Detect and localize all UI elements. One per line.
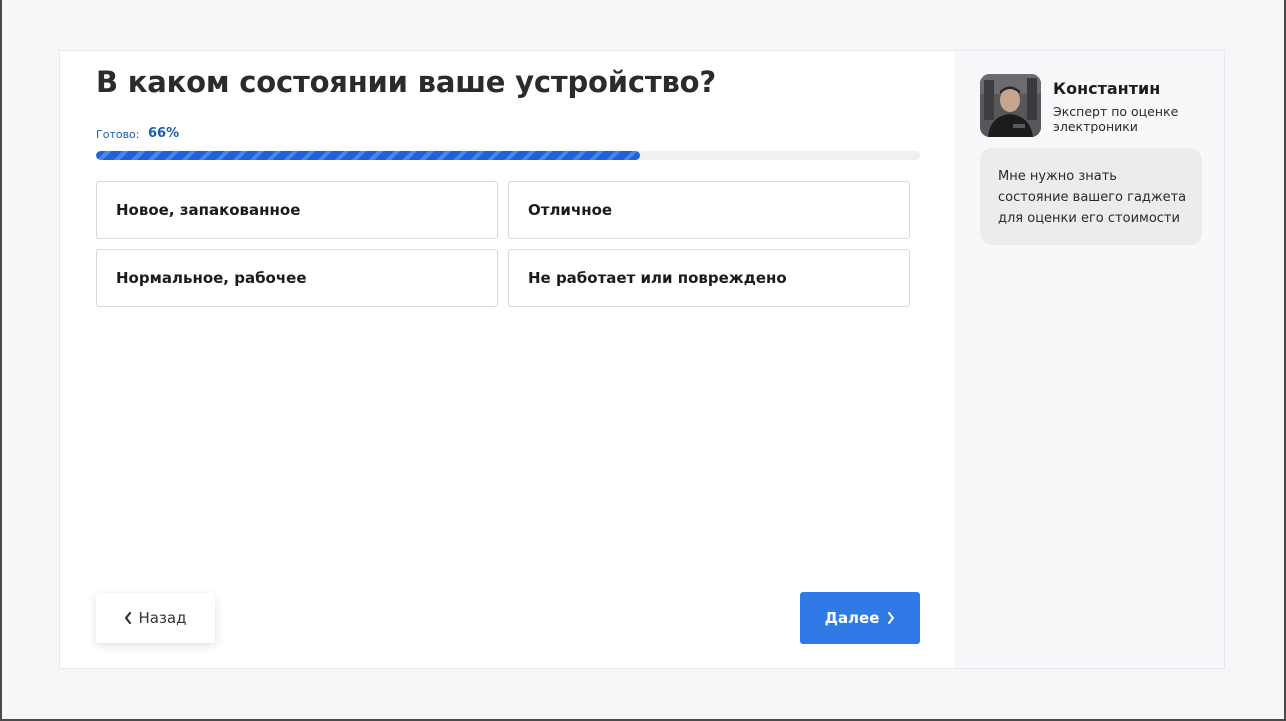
back-button-label: Назад — [138, 609, 187, 627]
option-label: Отличное — [528, 201, 613, 219]
quiz-card: В каком состоянии ваше устройство? Готов… — [59, 50, 1225, 669]
option-excellent[interactable]: Отличное — [508, 181, 910, 239]
expert-name: Константин — [1053, 79, 1161, 98]
expert-avatar — [980, 74, 1041, 137]
chevron-right-icon — [888, 612, 895, 624]
expert-sidebar: Константин Эксперт по оценке электроники… — [954, 51, 1224, 668]
progress-bar-fill — [96, 151, 640, 160]
option-broken-damaged[interactable]: Не работает или повреждено — [508, 249, 910, 307]
next-button-label: Далее — [824, 609, 880, 627]
progress-bar — [96, 151, 920, 160]
question-title: В каком состоянии ваше устройство? — [96, 65, 716, 99]
progress-value: 66% — [148, 126, 180, 141]
expert-message: Мне нужно знать состояние вашего гаджета… — [998, 169, 1187, 226]
option-label: Не работает или повреждено — [528, 269, 787, 287]
quiz-main: В каком состоянии ваше устройство? Готов… — [60, 51, 954, 668]
progress-label: Готово: — [96, 128, 140, 141]
option-new-sealed[interactable]: Новое, запакованное — [96, 181, 498, 239]
option-normal-working[interactable]: Нормальное, рабочее — [96, 249, 498, 307]
option-label: Нормальное, рабочее — [116, 269, 307, 287]
option-label: Новое, запакованное — [116, 201, 301, 219]
next-button[interactable]: Далее — [800, 592, 920, 644]
chevron-left-icon — [125, 612, 132, 624]
expert-role: Эксперт по оценке электроники — [1053, 104, 1179, 134]
expert-message-bubble: Мне нужно знать состояние вашего гаджета… — [980, 148, 1202, 245]
back-button[interactable]: Назад — [96, 593, 215, 643]
